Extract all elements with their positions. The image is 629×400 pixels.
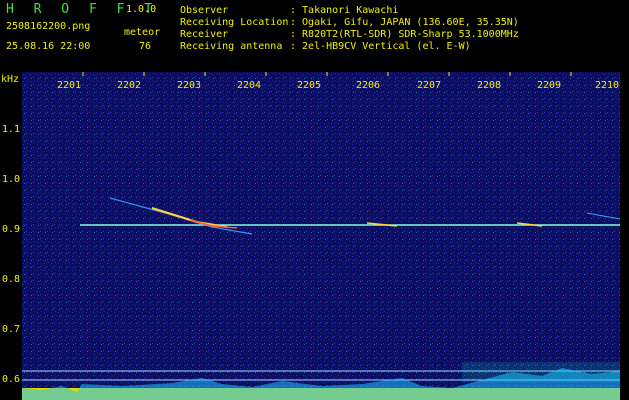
x-tick-label: 2202 <box>117 80 142 91</box>
spectrogram-plot <box>22 72 620 400</box>
image-filename: 2508162200.png <box>6 21 91 32</box>
antenna-value: : 2el-HB9CV Vertical (el. E-W) <box>290 41 471 52</box>
observer-value: : Takanori Kawachi <box>290 5 399 16</box>
location-label: Receiving Location <box>180 17 289 28</box>
y-tick-label: 0.8 <box>2 274 21 285</box>
y-tick-label: 0.9 <box>2 224 21 235</box>
y-tick-label: 1.0 <box>2 174 21 185</box>
app-version: 1.0.0 <box>126 4 157 15</box>
y-tick-label: 1.1 <box>2 124 21 135</box>
x-tick-label: 2201 <box>57 80 82 91</box>
x-tick-label: 2208 <box>477 80 502 91</box>
observer-label: Observer <box>180 5 229 16</box>
spectrum-noise <box>22 72 620 400</box>
x-tick-label: 2209 <box>537 80 562 91</box>
x-tick-label: 2207 <box>417 80 442 91</box>
y-tick-label: 0.6 <box>2 374 21 385</box>
x-tick-label: 2206 <box>356 80 381 91</box>
x-tick-label: 2203 <box>177 80 202 91</box>
detection-type-label: meteor <box>124 27 161 38</box>
receiver-value: : R820T2(RTL-SDR) SDR-Sharp 53.1000MHz <box>290 29 519 40</box>
antenna-label: Receiving antenna <box>180 41 283 52</box>
y-axis-unit: kHz <box>1 74 20 85</box>
meteor-count: 76 <box>139 41 152 52</box>
receiver-label: Receiver <box>180 29 229 40</box>
observation-datetime: 25.08.16 22:00 <box>6 41 91 52</box>
header-panel: H R O F F T 1.0.0 2508162200.png meteor … <box>0 0 629 72</box>
x-tick-label: 2205 <box>297 80 322 91</box>
spectrogram-canvas <box>22 72 620 400</box>
y-tick-label: 0.7 <box>2 324 21 335</box>
location-value: : Ogaki, Gifu, JAPAN (136.60E, 35.35N) <box>290 17 519 28</box>
x-tick-label: 2210 <box>595 80 620 91</box>
interference-band <box>462 362 620 382</box>
x-tick-label: 2204 <box>237 80 262 91</box>
